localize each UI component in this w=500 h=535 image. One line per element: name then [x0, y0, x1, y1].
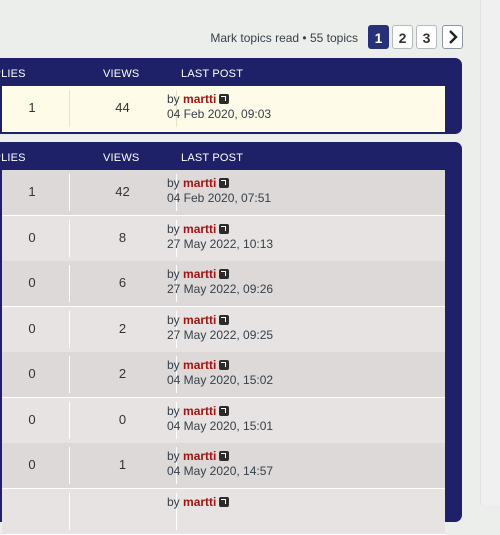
last-post-info: by martti 04 May 2020, 15:02	[167, 358, 273, 388]
replies-count: 1	[28, 100, 36, 115]
topics-panel: EPLIES VIEWS LAST POST 142by martti04 Fe…	[0, 142, 462, 535]
author-link[interactable]: martti	[183, 449, 216, 463]
topic-row[interactable]: 0 0 by martti 04 May 2020, 15:01	[2, 397, 445, 444]
page-scrollbar[interactable]	[480, 0, 500, 505]
post-date: 04 Feb 2020, 09:03	[167, 107, 272, 121]
go-to-last-post-icon[interactable]	[219, 314, 230, 325]
replies-column-header[interactable]: EPLIES	[0, 68, 26, 80]
by-label: by	[167, 267, 180, 281]
by-label: by	[167, 92, 180, 106]
last-post-info: by martti 04 May 2020, 14:57	[167, 449, 273, 479]
last-post-info: by martti 27 May 2022, 09:26	[167, 267, 273, 297]
replies-count: 0	[28, 275, 36, 290]
summary-separator: •	[299, 31, 310, 45]
go-to-last-post-icon[interactable]	[219, 451, 230, 461]
last-post-info: by martti 27 May 2022, 10:13	[167, 222, 273, 252]
post-date: 27 May 2022, 09:26	[167, 282, 274, 296]
topic-row[interactable]: 0 2 by martti 27 May 2022, 09:25	[2, 306, 445, 353]
replies-count: 0	[28, 320, 36, 336]
topic-row[interactable]: by martti	[2, 488, 445, 535]
views-column-header[interactable]: VIEWS	[103, 152, 139, 164]
author-link[interactable]: martti	[183, 222, 216, 236]
views-count: 8	[118, 229, 127, 245]
last-post-info: by martti	[167, 494, 230, 510]
page-2-button[interactable]: 2	[392, 25, 413, 49]
author-link[interactable]: martti	[183, 313, 216, 327]
go-to-last-post-icon[interactable]	[219, 269, 230, 279]
go-to-last-post-icon[interactable]	[219, 94, 230, 104]
author-link[interactable]: martti	[183, 358, 216, 372]
author-link[interactable]: martti	[183, 92, 216, 106]
page-3-button[interactable]: 3	[416, 25, 437, 49]
chevron-right-icon	[449, 30, 458, 44]
by-label: by	[167, 176, 180, 190]
post-date: 04 May 2020, 14:57	[167, 464, 274, 478]
last-post-info: by martti 04 Feb 2020, 09:03	[167, 92, 271, 122]
replies-count: 0	[28, 411, 36, 427]
last-post-column-header[interactable]: LAST POST	[181, 152, 243, 164]
replies-count: 0	[28, 229, 36, 245]
topic-row[interactable]: 1 42 by martti 04 Feb 2020, 07:51	[2, 170, 445, 216]
topic-row[interactable]: 0 1 by martti 04 May 2020, 14:57	[2, 443, 445, 489]
replies-column-header[interactable]: EPLIES	[0, 152, 26, 164]
views-count: 2	[118, 320, 127, 336]
announcements-panel: EPLIES VIEWS LAST POST 1 44 by martti04 Fe…	[0, 58, 462, 134]
go-to-last-post-icon[interactable]	[219, 405, 230, 416]
views-count: 1	[118, 457, 127, 472]
author-link[interactable]: martti	[183, 176, 216, 190]
views-count: 44	[115, 100, 130, 115]
go-to-last-post-icon[interactable]	[219, 496, 230, 507]
topic-row[interactable]: 0 8 by martti 27 May 2022, 10:13	[2, 215, 445, 262]
views-count: 6	[118, 275, 127, 290]
next-page-button[interactable]	[442, 25, 463, 49]
topic-row[interactable]: 0 2 by martti 04 May 2020, 15:02	[2, 352, 445, 398]
views-count: 2	[118, 366, 127, 381]
author-link[interactable]: martti	[183, 404, 216, 418]
go-to-last-post-icon[interactable]	[219, 223, 230, 234]
post-date: 27 May 2022, 10:13	[167, 236, 274, 251]
page-1-button[interactable]: 1	[368, 25, 389, 49]
by-label: by	[167, 494, 180, 509]
by-label: by	[167, 403, 180, 418]
views-count: 42	[115, 184, 130, 199]
last-post-column-header[interactable]: LAST POST	[181, 68, 243, 80]
go-to-last-post-icon[interactable]	[219, 360, 230, 370]
last-post-info: by martti 04 Feb 2020, 07:51	[167, 176, 271, 206]
topic-row[interactable]: 0 6 by martti 27 May 2022, 09:26	[2, 261, 445, 307]
by-label: by	[167, 358, 180, 372]
last-post-info: by martti 04 May 2020, 15:01	[167, 404, 273, 434]
author-link[interactable]: martti	[183, 495, 216, 509]
post-date: 04 May 2020, 15:01	[167, 418, 274, 433]
mark-topics-read-link[interactable]: Mark topics read	[210, 31, 299, 45]
topic-row[interactable]: 1 44 by martti 04 Feb 2020, 09:03	[2, 86, 445, 132]
go-to-last-post-icon[interactable]	[219, 178, 230, 188]
replies-count: 0	[28, 457, 36, 472]
replies-count: 1	[28, 184, 36, 199]
by-label: by	[167, 312, 180, 327]
post-date: 04 May 2020, 15:02	[167, 373, 274, 387]
views-column-header[interactable]: VIEWS	[103, 68, 139, 80]
views-count: 0	[118, 411, 127, 427]
topics-header: EPLIES VIEWS LAST POST	[0, 142, 462, 171]
last-post-info: by martti 27 May 2022, 09:25	[167, 313, 273, 343]
announcements-header: EPLIES VIEWS LAST POST	[0, 58, 462, 87]
by-label: by	[167, 221, 180, 236]
author-link[interactable]: martti	[183, 267, 216, 281]
column-divider	[69, 492, 70, 530]
post-date: 04 Feb 2020, 07:51	[167, 191, 272, 205]
pagination-bar: Mark topics read • 55 topics 1 2 3	[0, 25, 480, 51]
by-label: by	[167, 449, 180, 463]
replies-count: 0	[28, 366, 36, 381]
topics-summary: Mark topics read • 55 topics	[210, 31, 358, 45]
post-date: 27 May 2022, 09:25	[167, 327, 274, 342]
topic-count: 55 topics	[309, 31, 358, 45]
